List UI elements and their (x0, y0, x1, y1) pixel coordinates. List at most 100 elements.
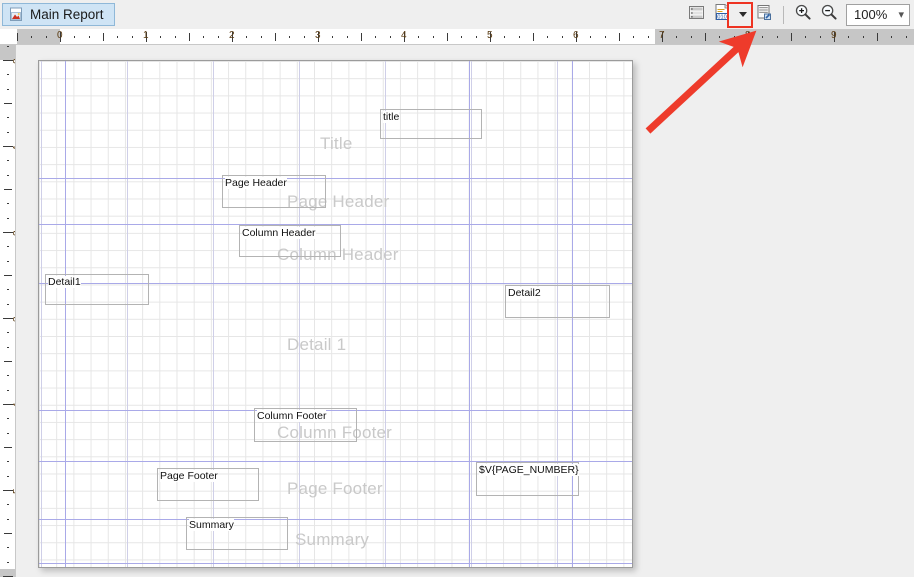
vertical-guide-0[interactable] (65, 61, 66, 567)
ruler-tick (4, 275, 12, 276)
ruler-tick (289, 36, 290, 38)
zoom-in-icon (794, 3, 812, 26)
band-separator-end[interactable] (39, 563, 632, 564)
zoom-out-icon (820, 3, 838, 26)
ruler-tick (7, 418, 9, 419)
ruler-tick (7, 132, 9, 133)
ruler-tick (877, 33, 878, 41)
ruler-tick (7, 504, 9, 505)
band-separator-page-header[interactable] (39, 178, 632, 179)
tab-label: Main Report (30, 6, 104, 22)
ruler-tick (863, 36, 864, 38)
column-footer-field[interactable]: Column Footer (254, 408, 357, 442)
page-footer-field-text: Page Footer (160, 470, 218, 482)
ruler-tick (547, 36, 548, 38)
ruler-tick (7, 117, 9, 118)
document-export-icon (756, 4, 773, 26)
ruler-tick (7, 332, 9, 333)
ruler-tick (676, 36, 677, 38)
ruler-tick (4, 189, 12, 190)
toolbar-separator (783, 5, 784, 24)
data-preview-button[interactable]: 010 (709, 3, 735, 27)
ruler-tick (633, 36, 634, 38)
ruler-label: 6 (573, 30, 579, 41)
tab-main-report[interactable]: Main Report (2, 3, 115, 26)
top-bar: Main Report 010 100% ▾ (0, 0, 914, 29)
ruler-tick (7, 289, 9, 290)
summary-field[interactable]: Summary (186, 517, 288, 550)
zoom-level-select[interactable]: 100% ▾ (846, 3, 910, 26)
ruler-tick (7, 562, 9, 563)
ruler-label: 5 (487, 30, 493, 41)
zoom-out-button[interactable] (816, 3, 842, 27)
ruler-shade-left (17, 29, 60, 44)
bands-list-icon (688, 4, 705, 26)
ruler-tick (7, 89, 9, 90)
title-field[interactable]: title (380, 109, 482, 139)
report-image-icon (9, 7, 24, 22)
ruler-tick (7, 461, 9, 462)
svg-text:010: 010 (717, 14, 726, 20)
ruler-tick (46, 36, 47, 38)
ruler-tick (762, 36, 763, 38)
ruler-tick (4, 361, 12, 362)
ruler-tick (590, 36, 591, 38)
band-label-page-footer: Page Footer (287, 479, 383, 498)
summary-field-text: Summary (189, 519, 234, 531)
page-footer-field[interactable]: Page Footer (157, 468, 259, 501)
export-button[interactable] (751, 3, 777, 27)
vertical-ruler[interactable]: 0 1 2 3 4 5 (0, 45, 16, 577)
ruler-tick (605, 36, 606, 38)
ruler-tick (7, 347, 9, 348)
ruler-tick (132, 36, 133, 38)
page-header-field[interactable]: Page Header (222, 175, 326, 208)
ruler-tick (7, 433, 9, 434)
ruler-tick (347, 36, 348, 38)
ruler-label: 5 (12, 488, 15, 494)
ruler-tick (261, 36, 262, 38)
ruler-tick (7, 519, 9, 520)
ruler-shade-right (655, 29, 914, 44)
ruler-tick (533, 33, 534, 41)
ruler-tick (7, 375, 9, 376)
report-page[interactable]: Title Page Header Column Header Detail 1 Col… (38, 60, 633, 568)
band-label-title: Title (320, 134, 353, 153)
detail1-field[interactable]: Detail1 (45, 274, 149, 305)
detail2-field-text: Detail2 (508, 287, 541, 299)
ruler-tick (7, 547, 9, 548)
zoom-in-button[interactable] (790, 3, 816, 27)
chevron-down-icon: ▾ (898, 9, 904, 21)
ruler-tick (820, 36, 821, 38)
ruler-tick (7, 218, 9, 219)
bands-view-button[interactable] (683, 3, 709, 27)
ruler-label: 9 (831, 30, 837, 41)
ruler-tick (17, 33, 18, 41)
ruler-tick (31, 36, 32, 38)
ruler-tick (447, 33, 448, 41)
ruler-tick (734, 36, 735, 38)
ruler-tick (4, 103, 12, 104)
ruler-tick (89, 36, 90, 38)
detail1-field-text: Detail1 (48, 276, 81, 288)
column-footer-field-text: Column Footer (257, 410, 327, 422)
dropdown-caret-button[interactable] (735, 3, 751, 27)
band-separator-summary[interactable] (39, 519, 632, 520)
toolbar: 010 100% ▾ (683, 0, 910, 29)
ruler-label: 2 (229, 30, 235, 41)
ruler-tick (7, 246, 9, 247)
page-number-field[interactable]: $V{PAGE_NUMBER} (476, 462, 579, 496)
ruler-tick (203, 36, 204, 38)
ruler-label: 2 (12, 230, 15, 236)
page-number-field-text: $V{PAGE_NUMBER} (479, 464, 579, 476)
horizontal-ruler[interactable]: 0 1 2 3 4 5 6 7 8 9 (0, 29, 914, 45)
ruler-tick (562, 36, 563, 38)
detail2-field[interactable]: Detail2 (505, 285, 610, 318)
ruler-tick (74, 36, 75, 38)
ruler-label: 1 (143, 30, 149, 41)
column-header-field[interactable]: Column Header (239, 225, 341, 257)
ruler-label: 3 (315, 30, 321, 41)
ruler-tick (218, 36, 219, 38)
design-canvas[interactable]: Title Page Header Column Header Detail 1 Col… (17, 46, 914, 577)
ruler-tick (619, 33, 620, 41)
ruler-tick (390, 36, 391, 38)
